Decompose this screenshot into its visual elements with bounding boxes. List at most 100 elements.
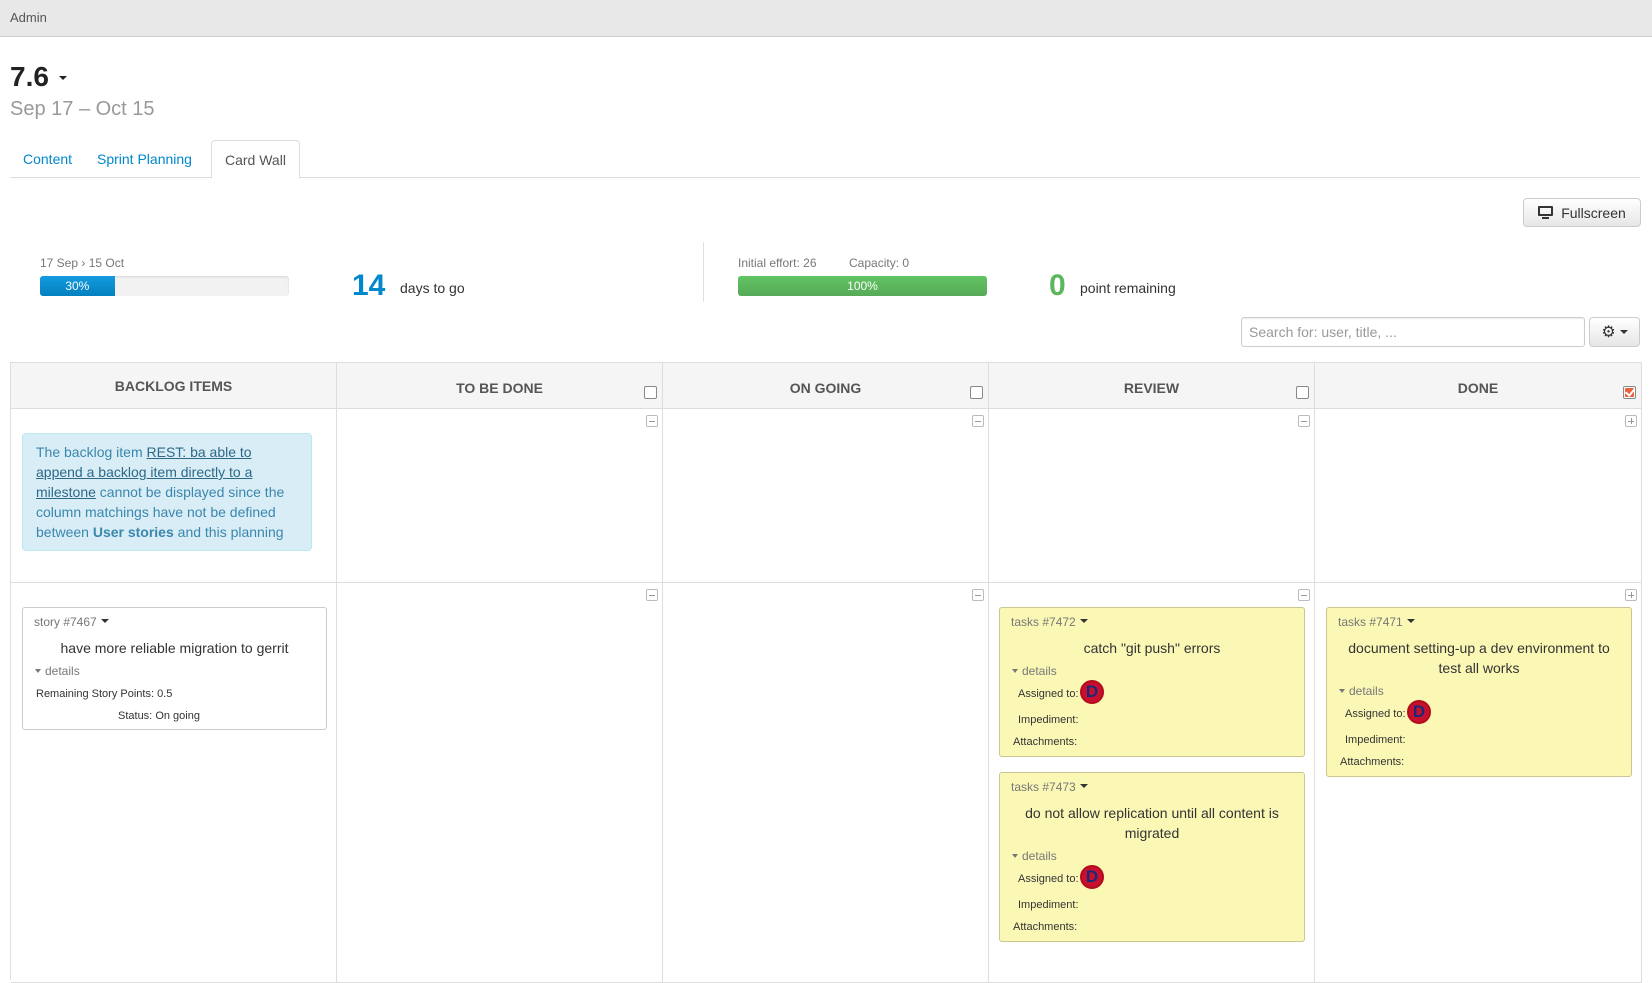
swimlane-cell-review: tasks #7472 catch "git push" errors deta… [989,583,1315,983]
backlog-cell: The backlog item REST: ba able to append… [11,409,337,583]
avatar[interactable]: D [1080,680,1104,704]
column-title: TO BE DONE [456,380,543,396]
details-toggle[interactable]: details [1012,664,1057,678]
collapse-icon[interactable] [972,415,984,427]
card-id[interactable]: story #7467 [34,615,109,629]
effort-progress-fill: 100% [738,276,987,296]
tab-card-wall[interactable]: Card Wall [211,140,300,179]
attachments-label: Attachments: [1340,756,1405,768]
gear-icon: ⚙ [1601,324,1616,341]
chevron-down-icon [1406,619,1415,623]
admin-link[interactable]: Admin [10,10,47,25]
collapse-icon[interactable] [972,589,984,601]
caret-icon [35,669,41,673]
column-header-done: DONE [1315,363,1642,409]
caret-icon [1012,669,1018,673]
task-card[interactable]: tasks #7472 catch "git push" errors deta… [999,607,1305,757]
milestone-title[interactable]: 7.6 [10,61,49,93]
assigned-to-label: Assigned to: [1018,688,1079,700]
chevron-down-icon [1079,619,1088,623]
monitor-icon [1538,206,1554,219]
chevron-down-icon [1079,784,1088,788]
chevron-down-icon [100,619,109,623]
expand-icon[interactable] [1625,589,1637,601]
points-remaining-label: point remaining [1080,280,1176,296]
story-card[interactable]: story #7467 have more reliable migration… [22,607,327,730]
settings-dropdown-button[interactable]: ⚙ [1589,317,1640,347]
collapse-icon[interactable] [646,415,658,427]
collapse-icon[interactable] [646,589,658,601]
details-toggle[interactable]: details [1012,849,1057,863]
capacity: Capacity: 0 [849,256,910,270]
column-checkbox[interactable] [1296,386,1309,399]
card-id[interactable]: tasks #7471 [1338,615,1415,629]
assigned-to-label: Assigned to: [1345,708,1406,720]
column-mapping-alert: The backlog item REST: ba able to append… [22,433,312,551]
caret-icon [1012,854,1018,858]
impediment-label: Impediment: [1345,734,1406,746]
card-id[interactable]: tasks #7472 [1011,615,1088,629]
remaining-points-field: Remaining Story Points: 0.5 [36,688,173,700]
card-wall-board: BACKLOG ITEMS TO BE DONE ON GOING REVIEW… [10,362,1642,983]
time-progress-fill: 30% [40,276,115,296]
status-field: Status: On going [118,710,200,722]
swimlane-cell [337,409,663,583]
fullscreen-label: Fullscreen [1561,204,1626,221]
card-title: have more reliable migration to gerrit [60,640,289,656]
alert-tracker-name: User stories [92,524,174,540]
expand-icon[interactable] [1625,415,1637,427]
impediment-label: Impediment: [1018,714,1079,726]
days-to-go-count: 14 [352,269,386,302]
column-header-on-going: ON GOING [663,363,989,409]
details-toggle[interactable]: details [1339,684,1384,698]
collapse-icon[interactable] [1298,589,1310,601]
column-checkbox[interactable] [970,386,983,399]
swimlane-cell [989,409,1315,583]
caret-icon [1339,689,1345,693]
column-header-backlog: BACKLOG ITEMS [11,363,337,409]
attachments-label: Attachments: [1013,736,1078,748]
milestone-tabs: Content Sprint Planning Card Wall [10,140,1640,179]
stats-divider [703,242,704,302]
chevron-down-icon [1619,330,1628,334]
card-title: do not allow replication until all conte… [1025,805,1279,841]
effort-progress-bar: 100% [738,276,987,296]
impediment-label: Impediment: [1018,899,1079,911]
swimlane-cell [337,583,663,983]
card-title: catch "git push" errors [1083,640,1221,656]
chevron-down-icon[interactable] [59,76,67,80]
swimlane-cell [663,409,989,583]
fullscreen-button[interactable]: Fullscreen [1523,198,1641,227]
milestone-dates: Sep 17 – Oct 15 [10,98,155,120]
column-checkbox[interactable] [644,386,657,399]
column-title: BACKLOG ITEMS [114,378,233,394]
tab-content[interactable]: Content [10,140,85,178]
avatar[interactable]: D [1407,700,1431,724]
search-input[interactable] [1241,317,1585,347]
tab-sprint-planning[interactable]: Sprint Planning [84,140,205,178]
assigned-to-label: Assigned to: [1018,873,1079,885]
column-title: REVIEW [1123,380,1180,396]
task-card[interactable]: tasks #7473 do not allow replication unt… [999,772,1305,942]
column-checkbox-checked[interactable] [1623,386,1636,399]
attachments-label: Attachments: [1013,921,1078,933]
details-toggle[interactable]: details [35,664,80,678]
points-remaining-count: 0 [1049,269,1066,302]
column-header-to-be-done: TO BE DONE [337,363,663,409]
swimlane-cell-done: tasks #7471 document setting-up a dev en… [1315,583,1642,983]
column-header-review: REVIEW [989,363,1315,409]
avatar[interactable]: D [1080,865,1104,889]
alert-text-suffix: and this planning [173,524,284,540]
days-to-go-label: days to go [400,280,465,296]
initial-effort: Initial effort: 26 [738,256,817,270]
card-id[interactable]: tasks #7473 [1011,780,1088,794]
swimlane-cell [1315,409,1642,583]
top-bar: Admin [0,0,1652,37]
swimlane-cell [663,583,989,983]
column-title: DONE [1457,380,1499,396]
sprint-date-range: 17 Sep › 15 Oct [40,256,125,270]
column-title: ON GOING [789,380,862,396]
time-progress-bar: 30% [40,276,289,296]
collapse-icon[interactable] [1298,415,1310,427]
task-card[interactable]: tasks #7471 document setting-up a dev en… [1326,607,1632,777]
